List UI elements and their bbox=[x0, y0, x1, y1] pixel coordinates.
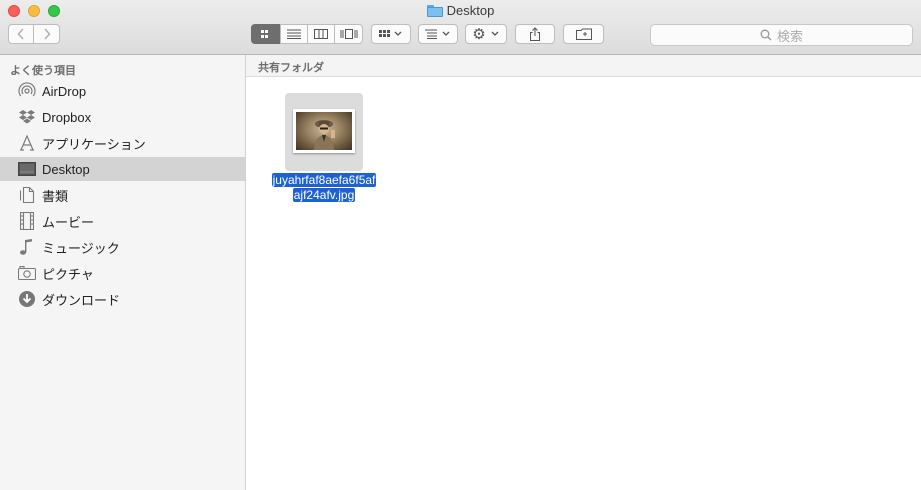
applications-icon bbox=[18, 134, 36, 152]
sidebar-item-label: AirDrop bbox=[42, 83, 87, 99]
sidebar-item-applications[interactable]: アプリケーション bbox=[0, 131, 245, 155]
finder-window: Desktop ⚙ 検索 よく使う項目 AirDrop Dropbox アプリケ… bbox=[0, 0, 921, 490]
search-field[interactable]: 検索 bbox=[650, 24, 913, 46]
sidebar-item-downloads[interactable]: ダウンロード bbox=[0, 287, 245, 311]
arrange-icon bbox=[379, 30, 402, 37]
search-placeholder: 検索 bbox=[776, 28, 803, 44]
chevron-right-icon bbox=[43, 28, 51, 40]
column-view-icon bbox=[314, 29, 328, 39]
column-view-button[interactable] bbox=[307, 24, 334, 44]
movies-icon bbox=[18, 212, 36, 230]
sidebar-item-documents[interactable]: 書類 bbox=[0, 183, 245, 207]
sidebar-item-dropbox[interactable]: Dropbox bbox=[0, 105, 245, 129]
view-mode-control bbox=[251, 24, 363, 44]
folder-icon bbox=[426, 4, 443, 17]
section-title: 共有フォルダ bbox=[258, 62, 324, 74]
music-icon bbox=[18, 238, 36, 256]
sidebar-item-label: 書類 bbox=[42, 188, 69, 204]
action-button[interactable]: ⚙ bbox=[465, 24, 507, 44]
sidebar-item-airdrop[interactable]: AirDrop bbox=[0, 79, 245, 103]
sort-icon bbox=[425, 29, 450, 39]
sidebar-item-pictures[interactable]: ピクチャ bbox=[0, 261, 245, 285]
sidebar-item-label: ムービー bbox=[42, 214, 95, 230]
coverflow-view-icon bbox=[340, 29, 357, 39]
sidebar-item-music[interactable]: ミュージック bbox=[0, 235, 245, 259]
new-folder-tag-button[interactable] bbox=[563, 24, 604, 44]
desktop-icon bbox=[18, 160, 36, 178]
sidebar-item-label: Dropbox bbox=[42, 109, 92, 125]
dropbox-icon bbox=[18, 108, 36, 126]
sidebar-item-label: Desktop bbox=[42, 161, 90, 177]
icon-view-button[interactable] bbox=[251, 24, 280, 44]
airdrop-icon bbox=[18, 82, 36, 100]
sidebar-item-movies[interactable]: ムービー bbox=[0, 209, 245, 233]
list-view-button[interactable] bbox=[280, 24, 307, 44]
shared-folder-header: 共有フォルダ bbox=[246, 55, 921, 77]
pictures-icon bbox=[18, 264, 36, 282]
sidebar-item-desktop[interactable]: Desktop bbox=[0, 157, 245, 181]
file-name-line1: juyahrfaf8aefa6f5af bbox=[271, 173, 377, 187]
sidebar-item-label: ダウンロード bbox=[42, 292, 121, 308]
downloads-icon bbox=[18, 290, 36, 308]
coverflow-view-button[interactable] bbox=[334, 24, 363, 44]
file-name-line2: ajf24afv.jpg bbox=[292, 188, 356, 202]
arrange-button[interactable] bbox=[371, 24, 411, 44]
forward-button[interactable] bbox=[33, 24, 60, 44]
window-title-bar: Desktop bbox=[0, 3, 921, 20]
list-view-icon bbox=[287, 29, 301, 39]
back-button[interactable] bbox=[8, 24, 34, 44]
share-icon bbox=[530, 27, 540, 41]
sidebar-header-favorites: よく使う項目 bbox=[10, 65, 76, 77]
chevron-left-icon bbox=[17, 28, 24, 40]
search-icon bbox=[760, 29, 772, 41]
window-title: Desktop bbox=[446, 3, 495, 18]
sort-button[interactable] bbox=[418, 24, 458, 44]
share-button[interactable] bbox=[515, 24, 555, 44]
icon-view-icon bbox=[260, 29, 268, 38]
sidebar-item-label: ミュージック bbox=[42, 240, 120, 256]
sidebar-item-label: ピクチャ bbox=[42, 266, 94, 282]
toolbar: Desktop ⚙ 検索 bbox=[0, 0, 921, 55]
documents-icon bbox=[18, 186, 36, 204]
chevron-down-icon bbox=[491, 31, 499, 36]
gear-icon: ⚙ bbox=[472, 26, 486, 43]
sidebar: よく使う項目 AirDrop Dropbox アプリケーション Desktop bbox=[0, 55, 246, 490]
file-browser-content: 共有フォルダ juyahrfaf8aefa6f5af ajf24afv.jpg bbox=[246, 55, 921, 490]
image-thumbnail bbox=[293, 109, 355, 153]
sidebar-item-label: アプリケーション bbox=[42, 136, 146, 152]
file-name[interactable]: juyahrfaf8aefa6f5af ajf24afv.jpg bbox=[266, 173, 382, 203]
tag-folder-icon bbox=[575, 28, 592, 40]
